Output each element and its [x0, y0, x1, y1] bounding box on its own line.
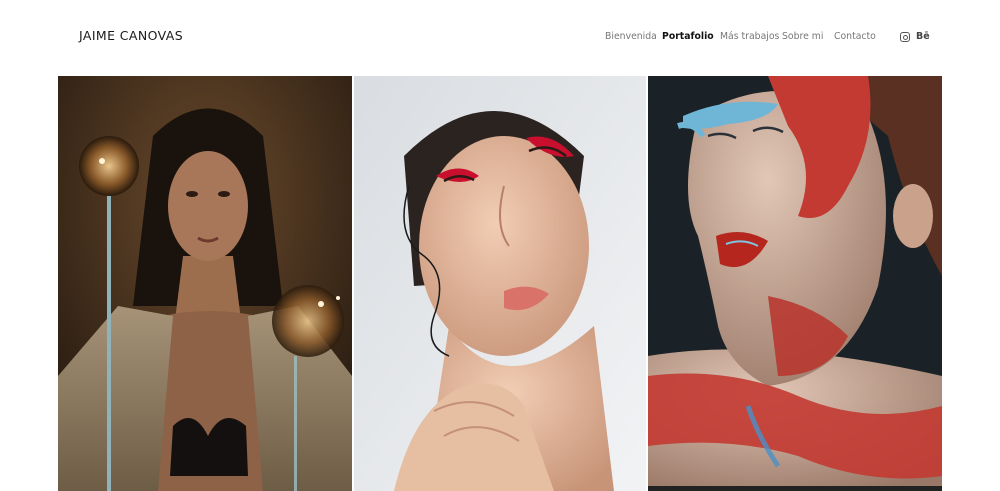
photo-woman-red-blue-paint	[648, 76, 942, 491]
instagram-icon[interactable]	[900, 32, 910, 42]
site-header: JAIME CANOVAS Bienvenida Portafolio Más …	[0, 0, 1000, 76]
behance-icon[interactable]: Bē	[916, 31, 930, 42]
gallery-photo-1[interactable]	[58, 76, 352, 491]
gallery-photo-4-edge	[648, 486, 942, 491]
nav-item-bienvenida[interactable]: Bienvenida	[605, 31, 657, 42]
nav-item-mas-trabajos[interactable]: Más trabajos	[720, 31, 779, 42]
gallery-photo-2[interactable]	[354, 76, 646, 491]
nav-item-sobre-mi[interactable]: Sobre mi	[782, 31, 823, 42]
gallery-photo-3[interactable]	[648, 76, 942, 491]
photo-woman-with-lamp	[58, 76, 352, 491]
portfolio-gallery	[58, 76, 942, 491]
nav-item-portafolio[interactable]: Portafolio	[662, 31, 714, 42]
main-nav: Bienvenida Portafolio Más trabajos Sobre…	[0, 31, 1000, 45]
photo-woman-red-makeup	[354, 76, 646, 491]
nav-item-contacto[interactable]: Contacto	[834, 31, 876, 42]
